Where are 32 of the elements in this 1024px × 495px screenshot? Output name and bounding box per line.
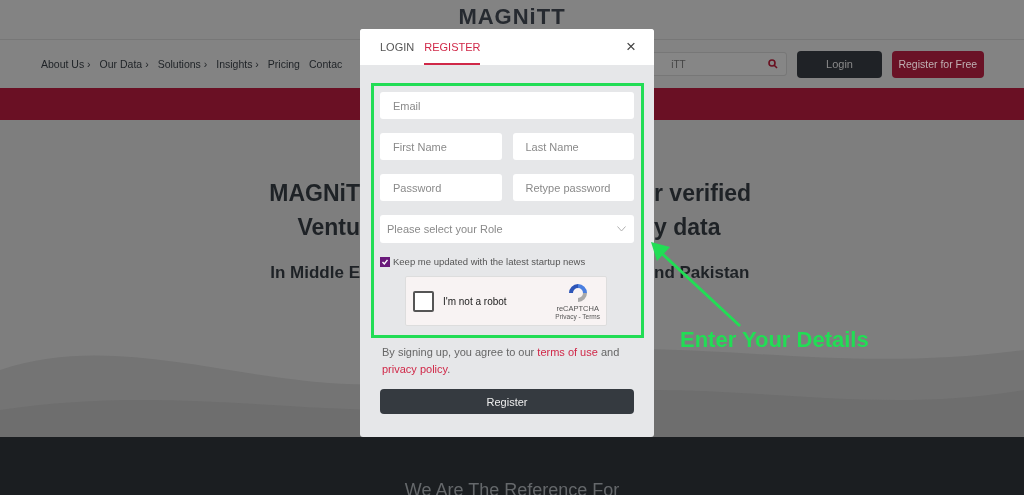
- register-submit-button[interactable]: Register: [380, 389, 634, 414]
- logo[interactable]: MAGNiTT: [458, 4, 566, 30]
- hero-heading: y data: [654, 213, 721, 242]
- register-button[interactable]: Register for Free: [891, 50, 984, 78]
- hero-heading: Ventu: [297, 213, 360, 242]
- login-button[interactable]: Login: [797, 50, 882, 78]
- hero-heading: MAGNiT: [269, 179, 360, 208]
- nav-link[interactable]: Contac: [308, 58, 343, 70]
- nav-link[interactable]: Our Data ›: [99, 58, 149, 70]
- captcha-checkbox[interactable]: [413, 290, 434, 312]
- checkbox[interactable]: [380, 256, 390, 267]
- input-field[interactable]: Email: [380, 92, 634, 119]
- consent-text: By signing up, you agree to our terms of use and privacy policy.: [382, 345, 621, 377]
- input-field[interactable]: Password: [380, 174, 502, 201]
- annotation-label: Enter Your Details: [680, 327, 869, 353]
- policy-link[interactable]: terms of use: [537, 346, 598, 358]
- search-icon[interactable]: [768, 59, 779, 69]
- input-field[interactable]: First Name: [380, 133, 502, 160]
- checkbox-label: Keep me updated with the latest startup news: [393, 256, 586, 267]
- dialog-tab[interactable]: LOGIN: [380, 29, 415, 65]
- nav-link[interactable]: Pricing: [267, 58, 300, 70]
- nav-link[interactable]: About Us ›: [41, 58, 91, 70]
- dialog-tab[interactable]: REGISTER: [424, 29, 481, 65]
- input-field[interactable]: Last Name: [512, 133, 634, 160]
- role-select[interactable]: Please select your Role: [380, 215, 634, 243]
- hero-heading: In Middle E: [270, 262, 360, 284]
- captcha-label: I'm not a robot: [443, 295, 508, 307]
- nav-link[interactable]: Solutions ›: [157, 58, 208, 70]
- input-field[interactable]: Retype password: [512, 174, 634, 201]
- hero-heading: r verified: [654, 179, 752, 208]
- nav-link[interactable]: Insights ›: [216, 58, 259, 70]
- chevron-icon: [617, 226, 626, 232]
